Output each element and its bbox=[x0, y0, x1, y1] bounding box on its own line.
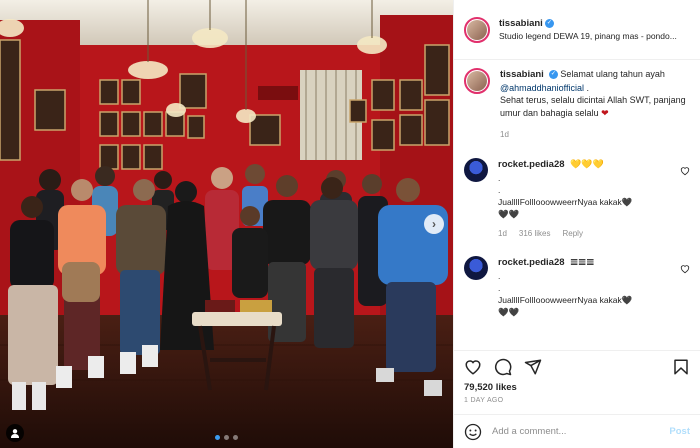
save-button[interactable] bbox=[672, 358, 690, 376]
share-button[interactable] bbox=[524, 358, 542, 376]
avatar[interactable] bbox=[464, 68, 490, 94]
emoji-icon bbox=[464, 423, 482, 440]
post-actions bbox=[454, 350, 700, 382]
post-author-username[interactable]: tissabiani bbox=[499, 18, 543, 29]
bookmark-icon bbox=[674, 359, 688, 374]
comment-line: . bbox=[498, 172, 501, 183]
group-photo-image bbox=[0, 0, 453, 448]
next-photo-button[interactable]: › bbox=[424, 214, 444, 234]
avatar[interactable] bbox=[464, 16, 490, 43]
reply-button[interactable]: Reply bbox=[562, 228, 582, 241]
post-photo: › bbox=[0, 0, 453, 448]
emoji-button[interactable] bbox=[464, 423, 482, 441]
heart-emoji: ❤ bbox=[601, 107, 609, 118]
user-tag-button[interactable] bbox=[6, 424, 24, 442]
verified-badge-icon: ✓ bbox=[544, 18, 554, 28]
comment-item: rocket.pedia28 𝌆𝌆𝌆 . . JualllIFollIoooww… bbox=[464, 256, 690, 318]
comment-line: 🖤🖤 bbox=[498, 208, 520, 219]
comment-line: 🖤🖤 bbox=[498, 306, 520, 317]
avatar[interactable] bbox=[464, 256, 488, 281]
comment-line: . bbox=[498, 282, 501, 293]
post-header: tissabiani ✓ Studio legend DEWA 19, pinan… bbox=[454, 0, 700, 60]
caption-text-line2: Sehat terus, selalu dicintai Allah SWT, … bbox=[500, 95, 686, 118]
comment-line: JualllIFollIooowweerrNyaa kakak🖤 bbox=[498, 294, 633, 305]
comment-username[interactable]: rocket.pedia28 bbox=[498, 257, 565, 268]
comment-emoji: 𝌆𝌆𝌆 bbox=[570, 257, 595, 268]
carousel-dots bbox=[0, 435, 453, 440]
caption-age[interactable]: 1d bbox=[500, 129, 690, 142]
comment-username[interactable]: rocket.pedia28 bbox=[498, 159, 565, 170]
like-button[interactable] bbox=[464, 358, 482, 376]
comment-age[interactable]: 1d bbox=[498, 228, 507, 241]
comment-like-button[interactable] bbox=[680, 166, 690, 176]
heart-icon bbox=[680, 265, 690, 274]
comment-line: JualllIFollIooowweerrNyaa kakak🖤 bbox=[498, 196, 633, 207]
likes-count[interactable]: 79,520 likes bbox=[454, 382, 700, 393]
instagram-post-view: › tissabiani ✓ Studio legend DEWA 19, pin… bbox=[0, 0, 700, 448]
add-comment-bar: Add a comment... Post bbox=[454, 414, 700, 448]
comment-likes[interactable]: 316 likes bbox=[519, 228, 551, 241]
share-icon bbox=[524, 359, 542, 374]
verified-badge-icon: ✓ bbox=[548, 70, 558, 80]
post-location[interactable]: Studio legend DEWA 19, pinang mas - pond… bbox=[499, 30, 677, 43]
comment-emoji: 💛💛💛 bbox=[570, 158, 604, 169]
post-timestamp[interactable]: 1 DAY AGO bbox=[454, 393, 700, 414]
carousel-dot bbox=[233, 435, 238, 440]
comment-icon bbox=[494, 358, 512, 375]
comments-section: tissabiani ✓ Selamat ulang tahun ayah @ah… bbox=[454, 60, 700, 350]
caption-text: Selamat ulang tahun ayah bbox=[560, 69, 665, 79]
avatar[interactable] bbox=[464, 157, 488, 182]
comment-line: . bbox=[498, 270, 501, 281]
comment-button[interactable] bbox=[494, 358, 512, 376]
post-comment-button[interactable]: Post bbox=[669, 426, 690, 437]
comment-meta: 1d 316 likes Reply bbox=[498, 228, 632, 241]
carousel-dot bbox=[215, 435, 220, 440]
comment-item: rocket.pedia28 💛💛💛 . . JualllIFollIoooww… bbox=[464, 157, 690, 241]
caption-text-end: . bbox=[584, 82, 590, 93]
caption-username[interactable]: tissabiani bbox=[500, 69, 544, 80]
comment-like-button[interactable] bbox=[680, 264, 690, 274]
caption-mention[interactable]: @ahmaddhaniofficial bbox=[500, 83, 584, 93]
comment-line: . bbox=[498, 184, 501, 195]
heart-icon bbox=[465, 359, 481, 375]
post-details-panel: tissabiani ✓ Studio legend DEWA 19, pinan… bbox=[453, 0, 700, 448]
user-tag-icon bbox=[11, 429, 19, 438]
add-comment-input[interactable]: Add a comment... bbox=[492, 426, 669, 437]
post-caption: tissabiani ✓ Selamat ulang tahun ayah @ah… bbox=[464, 68, 690, 142]
chevron-right-icon: › bbox=[432, 217, 436, 231]
heart-icon bbox=[680, 167, 690, 176]
carousel-dot bbox=[224, 435, 229, 440]
